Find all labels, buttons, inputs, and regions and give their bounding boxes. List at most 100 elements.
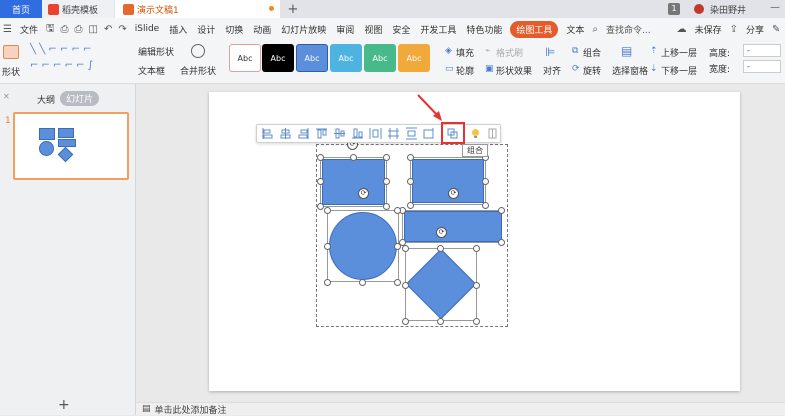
distribute-spacing-icon[interactable]: [387, 127, 400, 140]
distribute-horizontal-icon[interactable]: [369, 127, 382, 140]
send-backward-button[interactable]: 下移一层: [661, 64, 697, 77]
line-shapes-row2-icon[interactable]: ⌐ ⌐ ⌐ ⌐ ⌐ ∫: [30, 60, 93, 71]
resize-handle[interactable]: [317, 154, 324, 161]
resize-handle[interactable]: [359, 279, 366, 286]
align-middle-icon[interactable]: [333, 127, 346, 140]
search-icon[interactable]: ⌕: [589, 24, 601, 35]
menu-item-animation[interactable]: 动画: [248, 23, 276, 36]
menu-item-transition[interactable]: 切换: [220, 23, 248, 36]
resize-handle[interactable]: [383, 203, 390, 210]
share-button[interactable]: 分享: [741, 23, 769, 36]
resize-handle[interactable]: [407, 178, 414, 185]
shape-style-white[interactable]: Abc: [229, 44, 261, 72]
shape-effect-button[interactable]: 形状效果: [496, 64, 532, 77]
collapse-panel-icon[interactable]: ✕: [3, 92, 10, 101]
shape-style-black[interactable]: Abc: [262, 44, 294, 72]
undo-icon[interactable]: ↶: [101, 24, 115, 35]
menu-item-features[interactable]: 特色功能: [461, 23, 507, 36]
shape-style-orange[interactable]: Abc: [398, 44, 430, 72]
align-bottom-icon[interactable]: [351, 127, 364, 140]
tab-home[interactable]: 首页: [0, 0, 42, 18]
align-button[interactable]: 对齐: [543, 64, 561, 77]
avatar[interactable]: [694, 4, 704, 14]
resize-handle[interactable]: [383, 178, 390, 185]
menu-item-insert[interactable]: 插入: [164, 23, 192, 36]
menu-file[interactable]: 文件: [15, 23, 43, 36]
group-ribbon-button[interactable]: 组合: [583, 46, 601, 59]
align-top-icon[interactable]: [315, 127, 328, 140]
tab-outline[interactable]: 大纲: [37, 93, 55, 106]
line-shapes-row1-icon[interactable]: ╲ ╲ ⌐ ⌐ ⌐ ⌐: [30, 44, 91, 55]
more-options-icon[interactable]: [486, 127, 499, 140]
rotate-handle-icon[interactable]: ⟳: [436, 227, 447, 238]
hamburger-icon[interactable]: ☰: [0, 24, 15, 35]
resize-handle[interactable]: [394, 243, 401, 250]
resize-handle[interactable]: [482, 178, 489, 185]
selection-pane-button[interactable]: 选择窗格: [612, 64, 648, 77]
tab-document[interactable]: 演示文稿1: [115, 0, 280, 18]
menu-item-view[interactable]: 视图: [359, 23, 387, 36]
window-count-badge[interactable]: 1: [668, 3, 680, 15]
merge-shape-button[interactable]: 合并形状: [180, 64, 216, 77]
menu-item-islide[interactable]: iSlide: [130, 24, 164, 34]
tab-template[interactable]: 稻壳模板: [42, 0, 114, 18]
height-input[interactable]: -: [743, 44, 781, 57]
resize-handle[interactable]: [402, 318, 409, 325]
minimize-icon[interactable]: —: [770, 2, 780, 13]
notes-bar[interactable]: ▤ 单击此处添加备注: [136, 402, 785, 416]
shape-style-cyan[interactable]: Abc: [330, 44, 362, 72]
width-input[interactable]: -: [743, 60, 781, 73]
slide-thumbnail[interactable]: [13, 112, 129, 180]
resize-handle[interactable]: [324, 243, 331, 250]
resize-handle[interactable]: [383, 154, 390, 161]
text-box-button[interactable]: 文本框: [138, 64, 165, 77]
align-left-icon[interactable]: [261, 127, 274, 140]
shape-style-blue[interactable]: Abc: [296, 44, 328, 72]
rectangle-shape-3[interactable]: [404, 211, 502, 242]
save-icon[interactable]: 🖫: [43, 21, 58, 38]
resize-handle[interactable]: [394, 279, 401, 286]
resize-handle[interactable]: [473, 245, 480, 252]
format-brush-button[interactable]: 格式刷: [496, 46, 523, 59]
resize-handle[interactable]: [407, 202, 414, 209]
menu-item-security[interactable]: 安全: [387, 23, 415, 36]
resize-handle[interactable]: [402, 245, 409, 252]
rotate-handle-icon[interactable]: ⟳: [448, 188, 459, 199]
rotate-button[interactable]: 旋转: [583, 64, 601, 77]
canvas-align-icon[interactable]: [423, 127, 436, 140]
user-name[interactable]: 染田野井: [710, 3, 746, 16]
shape-dropdown[interactable]: 形状: [2, 65, 20, 78]
menu-item-drawing-tools[interactable]: 绘图工具: [510, 20, 559, 38]
shape-icon[interactable]: [3, 45, 19, 59]
fill-button[interactable]: 填充: [456, 46, 474, 59]
resize-handle[interactable]: [498, 239, 505, 246]
menu-item-review[interactable]: 审阅: [331, 23, 359, 36]
resize-handle[interactable]: [498, 207, 505, 214]
shape-style-green[interactable]: Abc: [364, 44, 396, 72]
resize-handle[interactable]: [350, 154, 357, 161]
align-center-icon[interactable]: [279, 127, 292, 140]
resize-handle[interactable]: [317, 203, 324, 210]
menu-item-slideshow[interactable]: 幻灯片放映: [276, 23, 331, 36]
resize-handle[interactable]: [394, 207, 401, 214]
add-slide-button[interactable]: +: [58, 397, 70, 413]
menu-item-text-tools[interactable]: 文本: [561, 23, 589, 36]
outline-button[interactable]: 轮廓: [456, 64, 474, 77]
resize-handle[interactable]: [317, 178, 324, 185]
smart-bulb-icon[interactable]: [469, 127, 482, 140]
preview-icon[interactable]: ◫: [86, 24, 101, 35]
resize-handle[interactable]: [437, 245, 444, 252]
distribute-vertical-icon[interactable]: [405, 127, 418, 140]
export-icon[interactable]: ⎙: [58, 24, 72, 35]
edit-shape-button[interactable]: 编辑形状: [138, 45, 174, 58]
menu-item-developer[interactable]: 开发工具: [415, 23, 461, 36]
new-tab-button[interactable]: +: [285, 0, 301, 18]
circle-shape[interactable]: [329, 212, 397, 280]
resize-handle[interactable]: [324, 207, 331, 214]
resize-handle[interactable]: [473, 318, 480, 325]
align-right-icon[interactable]: [297, 127, 310, 140]
redo-icon[interactable]: ↷: [115, 24, 129, 35]
merge-shape-icon[interactable]: [191, 44, 205, 58]
resize-handle[interactable]: [402, 282, 409, 289]
resize-handle[interactable]: [407, 154, 414, 161]
